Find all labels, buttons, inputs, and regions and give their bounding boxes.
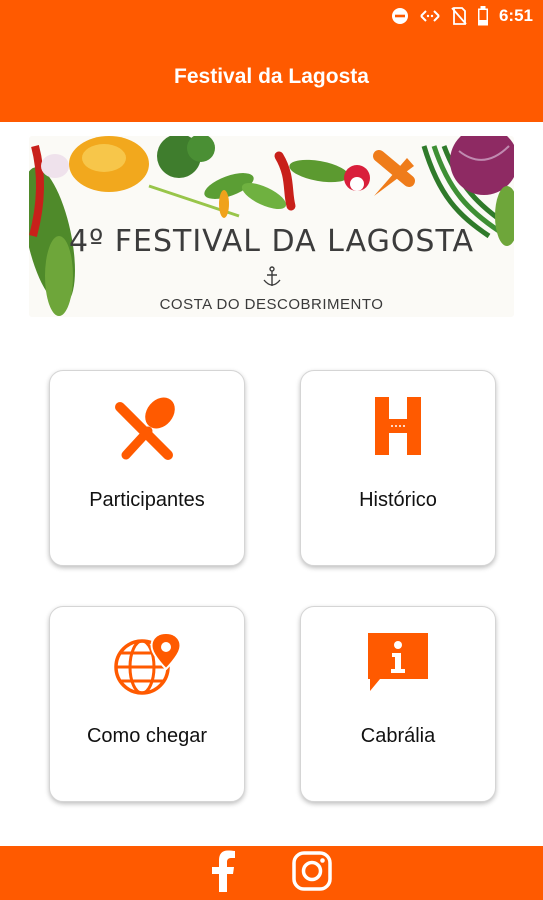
do-not-disturb-icon <box>391 7 409 25</box>
cabralia-button[interactable]: Cabrália <box>300 606 496 802</box>
page-title: Festival da Lagosta <box>174 65 369 88</box>
anchor-icon <box>263 266 281 286</box>
footer-bar <box>0 846 543 900</box>
cabralia-label: Cabrália <box>360 725 436 747</box>
battery-icon <box>477 6 489 26</box>
history-h-icon <box>375 397 421 455</box>
facebook-icon <box>212 850 235 892</box>
app-bar: Festival da Lagosta <box>0 34 543 122</box>
historico-label: Histórico <box>359 489 437 511</box>
banner-title: 4º FESTIVAL DA LAGOSTA <box>68 224 474 259</box>
no-sim-icon <box>451 7 467 25</box>
facebook-button[interactable] <box>210 850 236 897</box>
banner-subtitle: COSTA DO DESCOBRIMENTO <box>159 296 384 313</box>
participantes-button[interactable]: Participantes <box>49 370 245 566</box>
clock: 6:51 <box>498 6 533 25</box>
status-bar: 6:51 <box>0 0 543 34</box>
instagram-button[interactable] <box>291 850 333 897</box>
instagram-icon <box>292 850 332 891</box>
historico-button[interactable]: Histórico <box>300 370 496 566</box>
data-saver-icon <box>419 8 441 24</box>
festival-banner: 4º FESTIVAL DA LAGOSTA COSTA DO DESCOBRI… <box>29 136 514 317</box>
cutlery-icon <box>115 397 175 460</box>
globe-location-icon <box>114 631 182 695</box>
info-icon <box>368 633 428 691</box>
participantes-label: Participantes <box>89 489 205 511</box>
como-chegar-button[interactable]: Como chegar <box>49 606 245 802</box>
como-chegar-label: Como chegar <box>86 725 208 747</box>
